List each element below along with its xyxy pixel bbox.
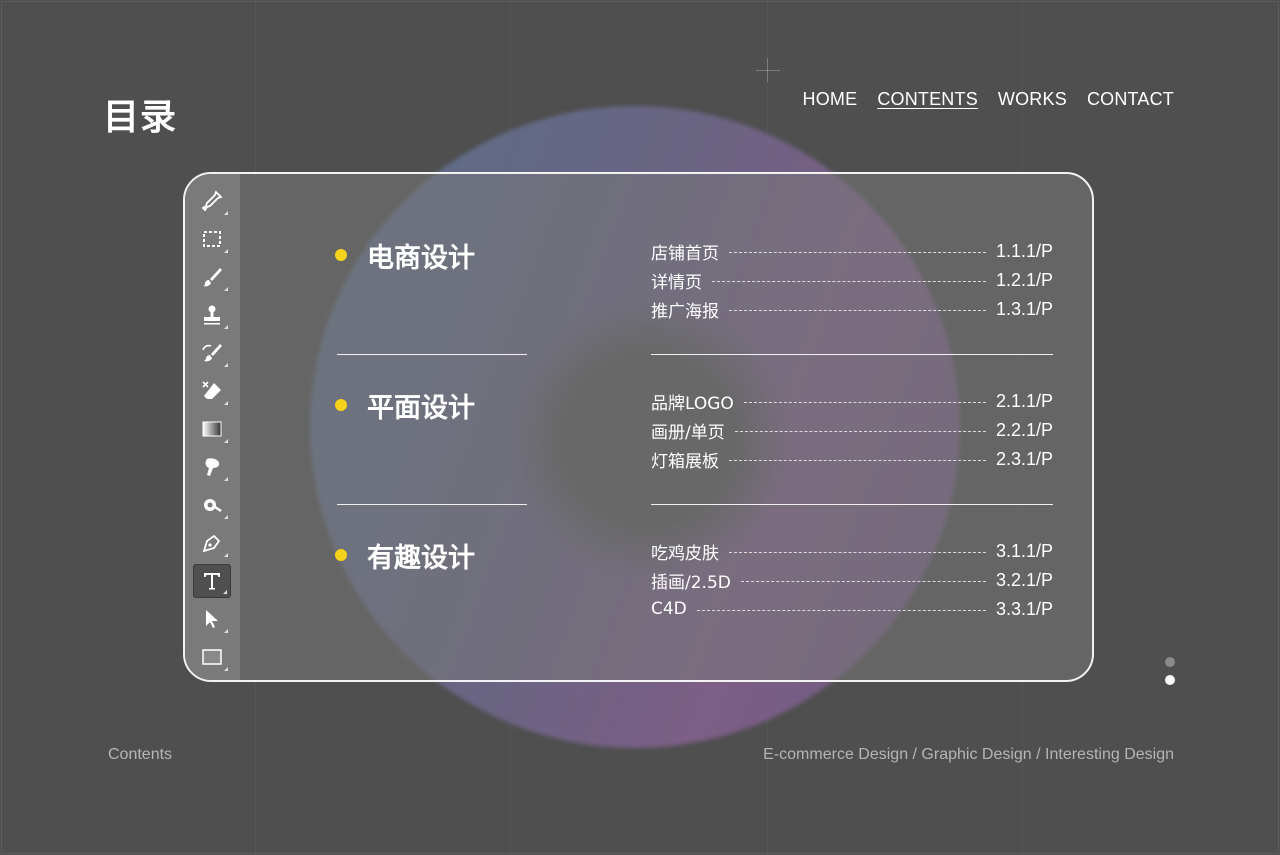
eyedropper-icon[interactable] xyxy=(193,184,231,218)
toc-item[interactable]: 插画/2.5D 3.2.1/P xyxy=(651,568,1053,593)
toc-item-label: C4D xyxy=(651,599,687,619)
toc-item-page: 1.2.1/P xyxy=(995,269,1053,290)
toc-item-page: 2.1.1/P xyxy=(995,390,1053,411)
contents-card: 电商设计 店铺首页 1.1.1/P 详情页 1.2.1/P 推广海报 1.3.1… xyxy=(183,172,1094,682)
dotted-leader xyxy=(696,609,986,611)
toc-item-label: 详情页 xyxy=(651,272,702,293)
marquee-icon[interactable] xyxy=(193,222,231,256)
section-divider xyxy=(651,354,1053,355)
toc-item-label: 画册/单页 xyxy=(651,422,725,443)
pen-icon[interactable] xyxy=(193,526,231,560)
nav-contact[interactable]: CONTACT xyxy=(1087,88,1174,110)
toc-item-label: 插画/2.5D xyxy=(651,572,731,593)
type-icon[interactable] xyxy=(193,564,231,598)
section-bullet xyxy=(335,549,347,561)
dotted-leader xyxy=(729,251,986,253)
footer-categories: E-commerce Design / Graphic Design / Int… xyxy=(763,746,1174,763)
smudge-icon[interactable] xyxy=(193,450,231,484)
gradient-icon[interactable] xyxy=(193,412,231,446)
dotted-leader xyxy=(712,280,986,282)
eraser-icon[interactable] xyxy=(193,374,231,408)
toc-item[interactable]: 店铺首页 1.1.1/P xyxy=(651,239,1053,264)
top-nav: HOME CONTENTS WORKS CONTACT xyxy=(803,88,1175,110)
section-title-graphic: 平面设计 xyxy=(367,393,475,424)
section-title-fun: 有趣设计 xyxy=(367,543,475,574)
dodge-icon[interactable] xyxy=(193,488,231,522)
brush-icon[interactable] xyxy=(193,260,231,294)
toc-item-label: 吃鸡皮肤 xyxy=(651,543,719,564)
toc-item-page: 1.3.1/P xyxy=(995,298,1053,319)
dotted-leader xyxy=(734,430,986,432)
section-divider xyxy=(651,504,1053,505)
toc-item-label: 店铺首页 xyxy=(651,243,719,264)
nav-works[interactable]: WORKS xyxy=(998,88,1067,110)
section-bullet xyxy=(335,249,347,261)
page-title: 目录 xyxy=(103,97,178,138)
dotted-leader xyxy=(729,309,986,311)
toc-item[interactable]: 详情页 1.2.1/P xyxy=(651,268,1053,293)
history-brush-icon[interactable] xyxy=(193,336,231,370)
toc-item-page: 3.2.1/P xyxy=(995,569,1053,590)
page-dot[interactable] xyxy=(1165,657,1175,667)
toc-item[interactable]: 画册/单页 2.2.1/P xyxy=(651,418,1053,443)
toc-item[interactable]: 品牌LOGO 2.1.1/P xyxy=(651,389,1053,414)
toc-item[interactable]: C4D 3.3.1/P xyxy=(651,597,1053,621)
dotted-leader xyxy=(743,401,986,403)
tool-palette xyxy=(185,174,240,680)
dotted-leader xyxy=(729,459,986,461)
section-title-ecommerce: 电商设计 xyxy=(367,243,475,274)
toc-item-label: 推广海报 xyxy=(651,301,719,322)
dotted-leader xyxy=(729,551,986,553)
toc-item[interactable]: 推广海报 1.3.1/P xyxy=(651,297,1053,322)
pointer-icon[interactable] xyxy=(193,602,231,636)
crosshair-icon xyxy=(767,58,768,82)
footer-label: Contents xyxy=(108,746,173,763)
page-indicator xyxy=(1165,657,1175,693)
toc-item[interactable]: 吃鸡皮肤 3.1.1/P xyxy=(651,539,1053,564)
section-divider xyxy=(337,504,527,505)
stamp-icon[interactable] xyxy=(193,298,231,332)
page-dot-active[interactable] xyxy=(1165,675,1175,685)
section-bullet xyxy=(335,399,347,411)
toc-item-page: 1.1.1/P xyxy=(995,240,1053,261)
toc-item-page: 2.3.1/P xyxy=(995,448,1053,469)
toc-item-label: 灯箱展板 xyxy=(651,451,719,472)
nav-contents[interactable]: CONTENTS xyxy=(877,88,978,110)
toc-item-label: 品牌LOGO xyxy=(651,393,734,414)
rectangle-icon[interactable] xyxy=(193,640,231,674)
nav-home[interactable]: HOME xyxy=(803,88,858,110)
toc-item-page: 3.3.1/P xyxy=(995,598,1053,619)
toc-item-page: 2.2.1/P xyxy=(995,419,1053,440)
dotted-leader xyxy=(740,580,986,582)
toc-item-page: 3.1.1/P xyxy=(995,540,1053,561)
toc-item[interactable]: 灯箱展板 2.3.1/P xyxy=(651,447,1053,472)
section-divider xyxy=(337,354,527,355)
crosshair-icon xyxy=(756,70,780,71)
